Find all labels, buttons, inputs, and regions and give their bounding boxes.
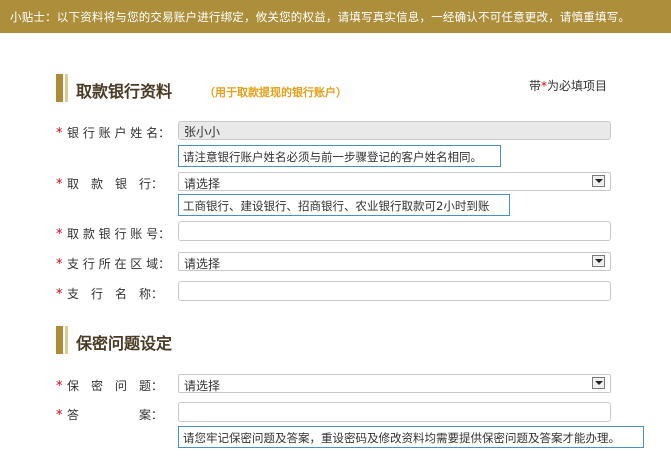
region-select[interactable]: 请选择 [178,252,611,271]
chevron-down-icon[interactable] [592,377,605,389]
branch-label: * 支 行 名 称： [56,287,164,302]
question-label: * 保 密 问 题： [56,379,164,394]
account-name-hint: 请注意银行账户姓名必须与前一步骤登记的客户姓名相同。 [178,145,501,167]
chevron-down-icon[interactable] [592,255,605,267]
answer-input[interactable] [178,402,611,422]
question-select-value: 请选择 [184,379,221,393]
question-select[interactable]: 请选择 [178,374,611,393]
bank-select[interactable]: 请选择 [178,172,611,191]
account-name-input[interactable]: 张小小 [178,121,611,140]
section-subtitle-bank: （用于取款提现的银行账户） [204,86,347,99]
required-star: * [56,177,63,192]
required-star: * [56,379,63,394]
section-accent-bar [56,74,68,102]
required-star: * [56,408,63,423]
required-note: 带*为必填项目 [529,79,608,93]
required-star: * [56,287,63,302]
bank-select-value: 请选择 [184,177,221,191]
region-select-value: 请选择 [184,257,221,271]
required-star: * [56,257,63,272]
account-no-label: * 取 款 银 行 账 号： [56,227,171,242]
required-star: * [56,227,63,242]
bank-label: * 取 款 银 行： [56,177,164,192]
answer-hint: 请您牢记保密问题及答案，重设密码及修改资料均需要提供保密问题及答案才能办理。 [178,426,644,448]
region-label: * 支 行 所 在 区 域： [56,257,171,272]
bank-hint: 工商银行、建设银行、招商银行、农业银行取款可2小时到账 [178,194,510,216]
tip-bar: 小贴士：以下资料将与您的交易账户进行绑定，攸关您的权益，请填写真实信息，一经确认… [0,0,671,33]
section-title-security: 保密问题设定 [76,334,173,353]
account-no-input[interactable] [178,221,611,241]
branch-input[interactable] [178,281,611,301]
section-accent-bar [56,326,68,354]
section-title-bank: 取款银行资料 [76,82,173,101]
answer-label: * 答 案： [56,408,164,423]
chevron-down-icon[interactable] [592,175,605,187]
account-name-label: * 银 行 账 户 姓 名： [56,126,171,141]
tip-text: 小贴士：以下资料将与您的交易账户进行绑定，攸关您的权益，请填写真实信息，一经确认… [10,10,631,24]
required-star: * [56,126,63,141]
